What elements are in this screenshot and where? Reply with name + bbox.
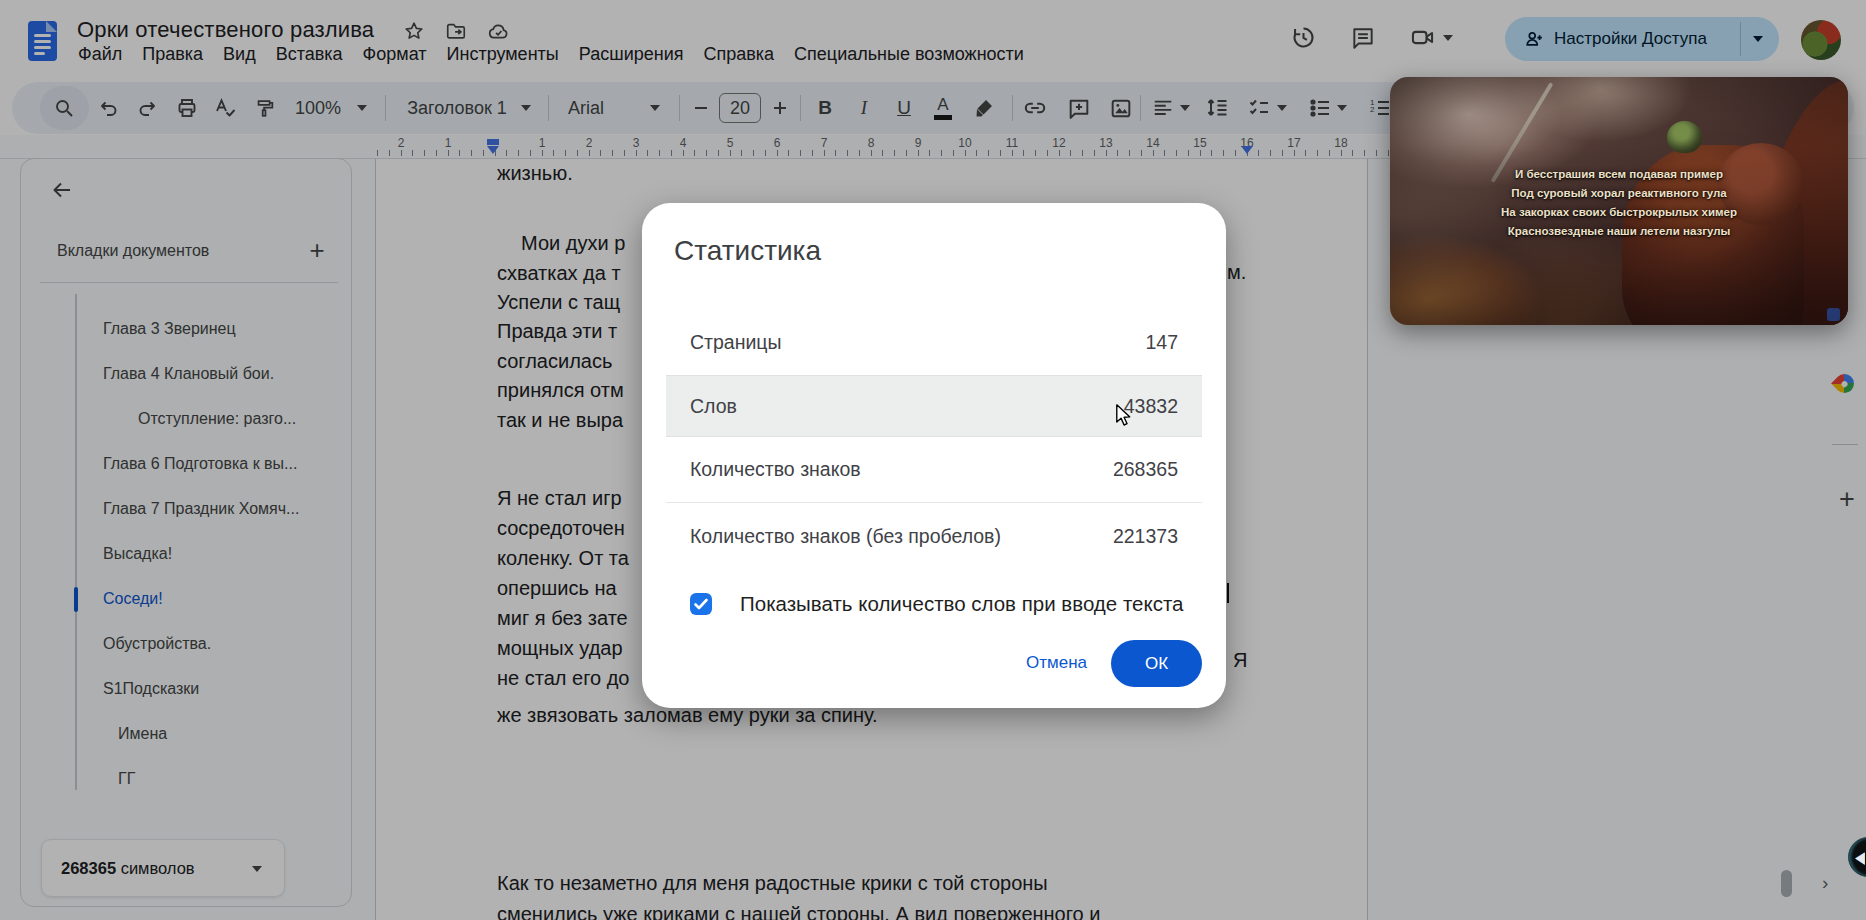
subtitle-line: И бесстрашия всем подавая пример bbox=[1390, 165, 1848, 184]
stat-row-1[interactable]: Страницы 147 bbox=[666, 309, 1202, 375]
ok-button[interactable]: ОК bbox=[1111, 640, 1202, 687]
subtitle-line: Краснозвездные наши летели назгулы bbox=[1390, 222, 1848, 241]
checkbox-label: Показывать количество слов при вводе тек… bbox=[740, 592, 1183, 616]
video-logo bbox=[1827, 308, 1840, 321]
orc-head-graphic bbox=[1667, 121, 1702, 153]
stat-label: Страницы bbox=[690, 331, 782, 354]
video-subtitles: И бесстрашия всем подавая примерПод суро… bbox=[1390, 165, 1848, 241]
stat-label: Слов bbox=[690, 395, 737, 418]
pip-video-window[interactable]: И бесстрашия всем подавая примерПод суро… bbox=[1390, 77, 1848, 325]
statistics-dialog: Статистика Страницы147Слов43832Количеств… bbox=[642, 203, 1226, 708]
stat-value: 221373 bbox=[1113, 525, 1178, 548]
stat-label: Количество знаков bbox=[690, 458, 861, 481]
cancel-button[interactable]: Отмена bbox=[1026, 653, 1087, 673]
stat-row-3[interactable]: Количество знаков 268365 bbox=[666, 437, 1202, 503]
stat-value: 147 bbox=[1145, 331, 1178, 354]
subtitle-line: На закорках своих быстрокрылых химер bbox=[1390, 203, 1848, 222]
stat-row-4[interactable]: Количество знаков (без пробелов) 221373 bbox=[666, 503, 1202, 569]
stat-label: Количество знаков (без пробелов) bbox=[690, 525, 1001, 548]
show-word-count-checkbox[interactable] bbox=[690, 593, 712, 615]
dialog-title: Статистика bbox=[674, 235, 821, 267]
stat-value: 268365 bbox=[1113, 458, 1178, 481]
subtitle-line: Под суровый хорал реактивного гула bbox=[1390, 184, 1848, 203]
mouse-pointer bbox=[1115, 404, 1134, 428]
